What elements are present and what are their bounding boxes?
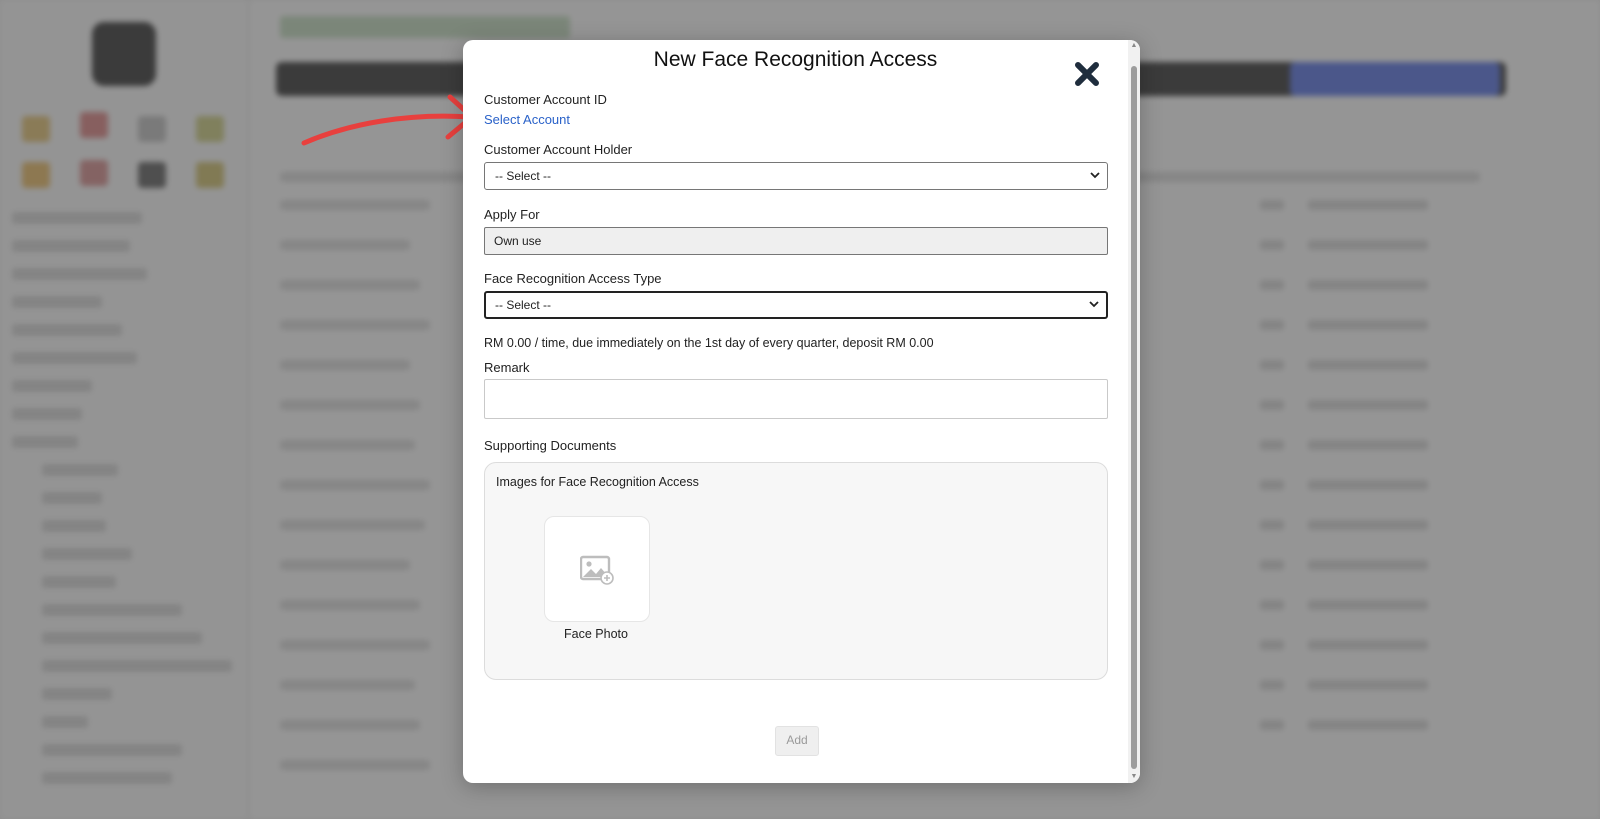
face-photo-caption: Face Photo (564, 627, 628, 641)
annotation-arrow-icon (301, 94, 475, 146)
close-button[interactable] (1073, 60, 1101, 88)
supporting-documents-box: Images for Face Recognition Access Face … (484, 462, 1108, 680)
access-type-label: Face Recognition Access Type (484, 271, 662, 286)
image-add-icon (580, 555, 614, 585)
apply-for-field: Own use (484, 227, 1108, 255)
chevron-down-icon (1089, 301, 1099, 308)
chevron-down-icon (1090, 172, 1100, 179)
close-icon (1075, 62, 1099, 86)
select-account-link[interactable]: Select Account (484, 112, 570, 127)
add-button[interactable]: Add (775, 726, 819, 756)
scroll-down-icon[interactable]: ▼ (1130, 773, 1138, 781)
modal-scrollbar[interactable]: ▲ ▼ (1128, 40, 1140, 783)
customer-account-holder-selected: -- Select -- (495, 169, 552, 183)
remark-label: Remark (484, 360, 530, 375)
modal-title: New Face Recognition Access (653, 48, 938, 71)
remark-textarea[interactable] (484, 379, 1108, 419)
customer-account-holder-select[interactable]: -- Select -- (484, 162, 1108, 190)
access-type-select[interactable]: -- Select -- (484, 291, 1108, 319)
images-section-title: Images for Face Recognition Access (496, 475, 699, 489)
face-photo-upload[interactable] (544, 516, 650, 622)
supporting-documents-label: Supporting Documents (484, 438, 617, 453)
scroll-up-icon[interactable]: ▲ (1130, 42, 1138, 50)
new-face-recognition-access-modal: New Face Recognition Access Customer Acc… (463, 40, 1140, 783)
access-type-selected: -- Select -- (495, 298, 552, 312)
pricing-note: RM 0.00 / time, due immediately on the 1… (484, 336, 934, 350)
customer-account-id-label: Customer Account ID (484, 92, 607, 107)
customer-account-holder-label: Customer Account Holder (484, 142, 633, 157)
apply-for-label: Apply For (484, 207, 540, 222)
scrollbar-thumb[interactable] (1131, 66, 1137, 769)
